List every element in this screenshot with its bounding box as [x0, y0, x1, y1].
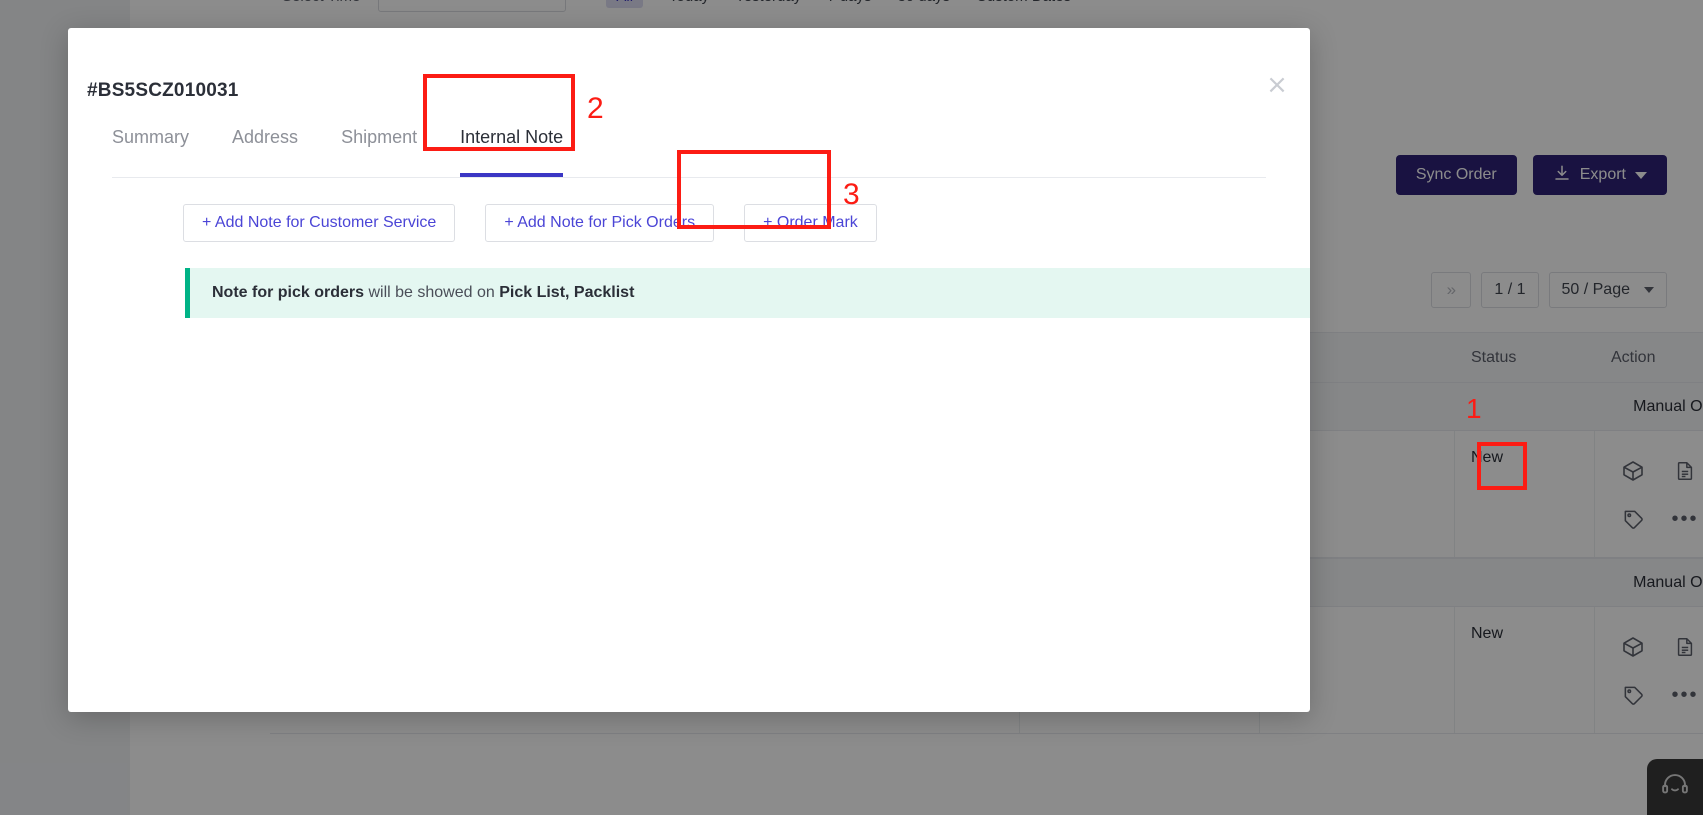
modal-tab-strip: Summary Address Shipment Internal Note — [112, 120, 1266, 178]
annotation-number-1: 1 — [1466, 393, 1482, 424]
info-banner-tail: Pick List, Packlist — [499, 284, 635, 301]
page-title: #BS5SCZ010031 — [87, 80, 239, 101]
add-note-pick-orders-button[interactable]: + Add Note for Pick Orders — [485, 204, 715, 242]
tab-summary[interactable]: Summary — [112, 120, 189, 177]
info-banner-lead: Note for pick orders — [212, 284, 365, 301]
annotation-number-3: 3 — [843, 178, 860, 211]
add-note-customer-service-button[interactable]: + Add Note for Customer Service — [183, 204, 456, 242]
close-icon[interactable]: × — [1264, 72, 1290, 98]
internal-note-actions: + Add Note for Customer Service + Add No… — [183, 204, 877, 242]
info-banner-middle: will be showed on — [364, 284, 500, 301]
pick-orders-info-banner: Note for pick orders will be showed on P… — [185, 268, 1310, 318]
tab-address[interactable]: Address — [232, 120, 298, 177]
tab-internal-note[interactable]: Internal Note — [460, 120, 564, 177]
order-detail-modal: #BS5SCZ010031 × Summary Address Shipment… — [68, 28, 1310, 712]
tab-shipment[interactable]: Shipment — [341, 120, 417, 177]
annotation-number-2: 2 — [587, 92, 604, 125]
